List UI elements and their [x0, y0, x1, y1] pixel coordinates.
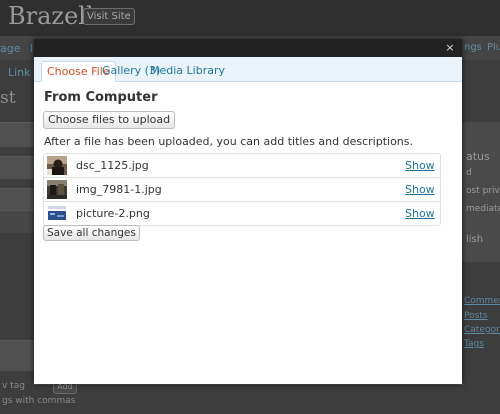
link-fragment[interactable]: Link — [8, 66, 31, 79]
panel-fragment: d — [466, 168, 472, 178]
file-name: dsc_1125.jpg — [76, 159, 149, 172]
tag-hint: gs with commas — [2, 396, 76, 406]
section-title: From Computer — [44, 90, 158, 105]
file-thumbnail — [47, 180, 67, 199]
background-band — [0, 122, 34, 147]
upload-help-text: After a file has been uploaded, you can … — [44, 135, 414, 148]
visit-site-button[interactable]: Visit Site — [83, 8, 135, 25]
show-link[interactable]: Show — [405, 207, 435, 220]
show-link[interactable]: Show — [405, 183, 435, 196]
panel-fragment: lish — [466, 234, 484, 245]
uploaded-files-list: dsc_1125.jpg Show img_7981-1.jpg Show pi… — [43, 153, 441, 226]
publish-panel: atus d ost privat mediately lish — [462, 122, 500, 262]
tag-label: v tag — [2, 381, 25, 391]
close-icon[interactable]: × — [445, 42, 455, 53]
background-band — [0, 188, 34, 211]
save-all-changes-button[interactable]: Save all changes — [43, 225, 140, 241]
file-name: picture-2.png — [76, 207, 150, 220]
tab-media-library[interactable]: Media Library — [150, 61, 225, 81]
media-upload-modal: × Choose File Gallery (3) Media Library … — [34, 39, 462, 384]
menu-fragment[interactable]: Plu — [487, 42, 500, 53]
menu-fragment[interactable]: I — [30, 42, 33, 55]
page-title-fragment: st — [0, 88, 16, 108]
right-link[interactable]: Posts — [464, 311, 488, 321]
site-title: Brazell — [8, 2, 94, 30]
choose-files-button[interactable]: Choose files to upload — [43, 111, 176, 129]
background-divider — [34, 384, 464, 385]
list-item: img_7981-1.jpg Show — [44, 178, 440, 202]
right-link[interactable]: Comment — [464, 296, 500, 306]
background-band — [0, 156, 34, 179]
list-item: picture-2.png Show — [44, 202, 440, 225]
right-link[interactable]: Tags — [464, 339, 484, 349]
background-band — [0, 210, 34, 233]
panel-fragment: mediately — [466, 204, 500, 214]
media-tabs: Choose File Gallery (3) Media Library — [34, 57, 462, 82]
menu-fragment[interactable]: ngs — [464, 42, 482, 53]
modal-titlebar: × — [34, 39, 462, 58]
file-name: img_7981-1.jpg — [76, 183, 162, 196]
admin-header: Brazell Visit Site — [0, 0, 500, 36]
show-link[interactable]: Show — [405, 159, 435, 172]
panel-fragment: atus — [466, 150, 490, 163]
background-band — [0, 340, 34, 371]
menu-fragment[interactable]: age — [0, 42, 21, 55]
right-link[interactable]: Categorie — [464, 325, 500, 335]
file-thumbnail — [47, 204, 67, 223]
file-thumbnail — [47, 156, 67, 175]
list-item: dsc_1125.jpg Show — [44, 154, 440, 178]
panel-fragment: ost privat — [466, 186, 500, 196]
